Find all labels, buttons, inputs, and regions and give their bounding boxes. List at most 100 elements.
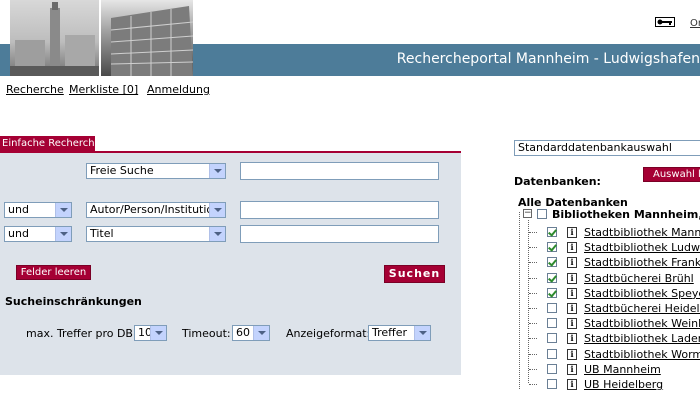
clear-fields-button[interactable]: Felder leeren (16, 265, 91, 280)
field-select-1-value: Freie Suche (90, 164, 154, 177)
restrictions-heading: Sucheinschränkungen (5, 295, 142, 308)
banner-left-strip (0, 44, 10, 76)
header-banner: Rechercheportal Mannheim - Ludwigshafen (193, 44, 700, 76)
database-checkbox[interactable] (547, 318, 557, 329)
info-icon[interactable]: i (567, 272, 577, 284)
database-link[interactable]: Stadtbibliothek Worms (584, 348, 700, 361)
format-label: Anzeigeformat: (286, 327, 371, 340)
search-panel: Freie Suche und Autor/Person/Institution… (0, 151, 461, 375)
timeout-value: 60 (236, 326, 250, 339)
database-link[interactable]: Stadtbibliothek Ladenbu (584, 332, 700, 345)
database-preset-value: Standarddatenbankauswahl (518, 141, 672, 154)
database-checkbox[interactable] (547, 287, 557, 298)
database-checkbox[interactable] (547, 257, 557, 268)
nav-recherche[interactable]: Recherche (6, 83, 64, 96)
search-term-input-3[interactable] (240, 225, 439, 243)
database-checkbox[interactable] (547, 227, 557, 237)
database-link[interactable]: UB Mannheim (584, 363, 661, 376)
header-photo-tower (10, 0, 99, 76)
top-right-link[interactable]: Or (690, 18, 700, 29)
database-checkbox[interactable] (547, 379, 557, 389)
chevron-down-icon (55, 203, 71, 217)
tree-connector (529, 277, 537, 279)
tree-connector (529, 247, 537, 249)
field-select-3[interactable]: Titel (86, 226, 226, 242)
field-select-1[interactable]: Freie Suche (86, 163, 226, 179)
group-checkbox[interactable] (537, 209, 547, 219)
chevron-down-icon (209, 164, 225, 178)
header-photo-building (101, 0, 193, 76)
search-term-input-1[interactable] (240, 162, 439, 180)
database-link[interactable]: Stadtbücherei Heidelbe (584, 302, 700, 315)
database-checkbox[interactable] (547, 333, 557, 344)
info-icon[interactable]: i (567, 257, 577, 269)
chevron-down-icon (209, 227, 225, 241)
tree-connector (529, 308, 537, 309)
collapse-icon[interactable]: − (523, 209, 532, 218)
timeout-select[interactable]: 60 (232, 325, 270, 341)
database-preset-select[interactable]: Standarddatenbankauswahl (514, 140, 700, 156)
chevron-down-icon (150, 326, 166, 340)
operator-select-2-value: und (8, 203, 29, 216)
info-icon[interactable]: i (567, 287, 577, 299)
database-link[interactable]: Stadtbibliothek Ludwigs (584, 241, 700, 254)
nav-merkliste[interactable]: Merkliste [0] (69, 83, 138, 96)
tree-line-group (528, 220, 529, 383)
info-icon[interactable]: i (567, 348, 577, 360)
tower-building-image (10, 2, 99, 76)
field-select-2-value: Autor/Person/Institution (90, 203, 221, 216)
field-select-3-value: Titel (90, 227, 114, 240)
info-icon[interactable]: i (567, 303, 577, 314)
key-icon-svg (655, 17, 675, 27)
databases-heading: Datenbanken: (514, 175, 601, 188)
chevron-down-icon (55, 227, 71, 241)
tab-einfache-recherche[interactable]: Einfache Recherche (0, 136, 101, 151)
max-hits-select[interactable]: 10 (134, 325, 167, 341)
database-checkbox[interactable] (547, 242, 557, 253)
info-icon[interactable]: i (567, 363, 577, 375)
tree-connector (529, 353, 537, 355)
operator-select-3[interactable]: und (4, 226, 72, 242)
format-value: Treffer (372, 326, 408, 339)
database-link[interactable]: Stadtbibliothek Franken (584, 256, 700, 269)
database-link[interactable]: Stadtbücherei Brühl (584, 272, 694, 285)
database-checkbox[interactable] (547, 363, 557, 374)
info-icon[interactable]: i (567, 333, 577, 345)
database-checkbox[interactable] (547, 272, 557, 283)
field-select-2[interactable]: Autor/Person/Institution (86, 202, 226, 218)
chevron-down-icon (253, 326, 269, 340)
timeout-label: Timeout: (182, 327, 231, 340)
database-link[interactable]: Stadtbibliothek Mannhe (584, 226, 700, 239)
chevron-down-icon (414, 326, 430, 340)
format-select[interactable]: Treffer (368, 325, 431, 341)
info-icon[interactable]: i (567, 379, 577, 390)
database-checkbox[interactable] (547, 348, 557, 359)
database-link[interactable]: Stadtbibliothek Weinhei (584, 317, 700, 330)
portal-title: Rechercheportal Mannheim - Ludwigshafen (396, 51, 700, 67)
tree-connector (529, 292, 537, 294)
database-checkbox[interactable] (547, 303, 557, 313)
tree-line-root (519, 212, 520, 389)
tree-connector (529, 384, 537, 385)
search-term-input-2[interactable] (240, 201, 439, 219)
info-icon[interactable]: i (567, 227, 577, 238)
tree-connector (529, 232, 537, 233)
tree-connector (529, 262, 537, 264)
database-link[interactable]: UB Heidelberg (584, 378, 663, 391)
tree-connector (529, 323, 537, 325)
max-hits-label: max. Treffer pro DB: (26, 327, 137, 340)
group-label: Bibliotheken Mannheim, Lud (552, 208, 700, 221)
modern-building-image (110, 6, 193, 76)
tree-connector (529, 338, 537, 340)
chevron-down-icon (209, 203, 225, 217)
select-databases-button[interactable]: Auswahl lö (643, 167, 700, 182)
tree-connector (529, 368, 537, 370)
operator-select-2[interactable]: und (4, 202, 72, 218)
operator-select-3-value: und (8, 227, 29, 240)
nav-anmeldung[interactable]: Anmeldung (147, 83, 210, 96)
info-icon[interactable]: i (567, 242, 577, 254)
search-button[interactable]: Suchen (384, 265, 445, 283)
info-icon[interactable]: i (567, 318, 577, 330)
key-icon[interactable] (655, 17, 675, 30)
database-link[interactable]: Stadtbibliothek Speyer (584, 287, 700, 300)
